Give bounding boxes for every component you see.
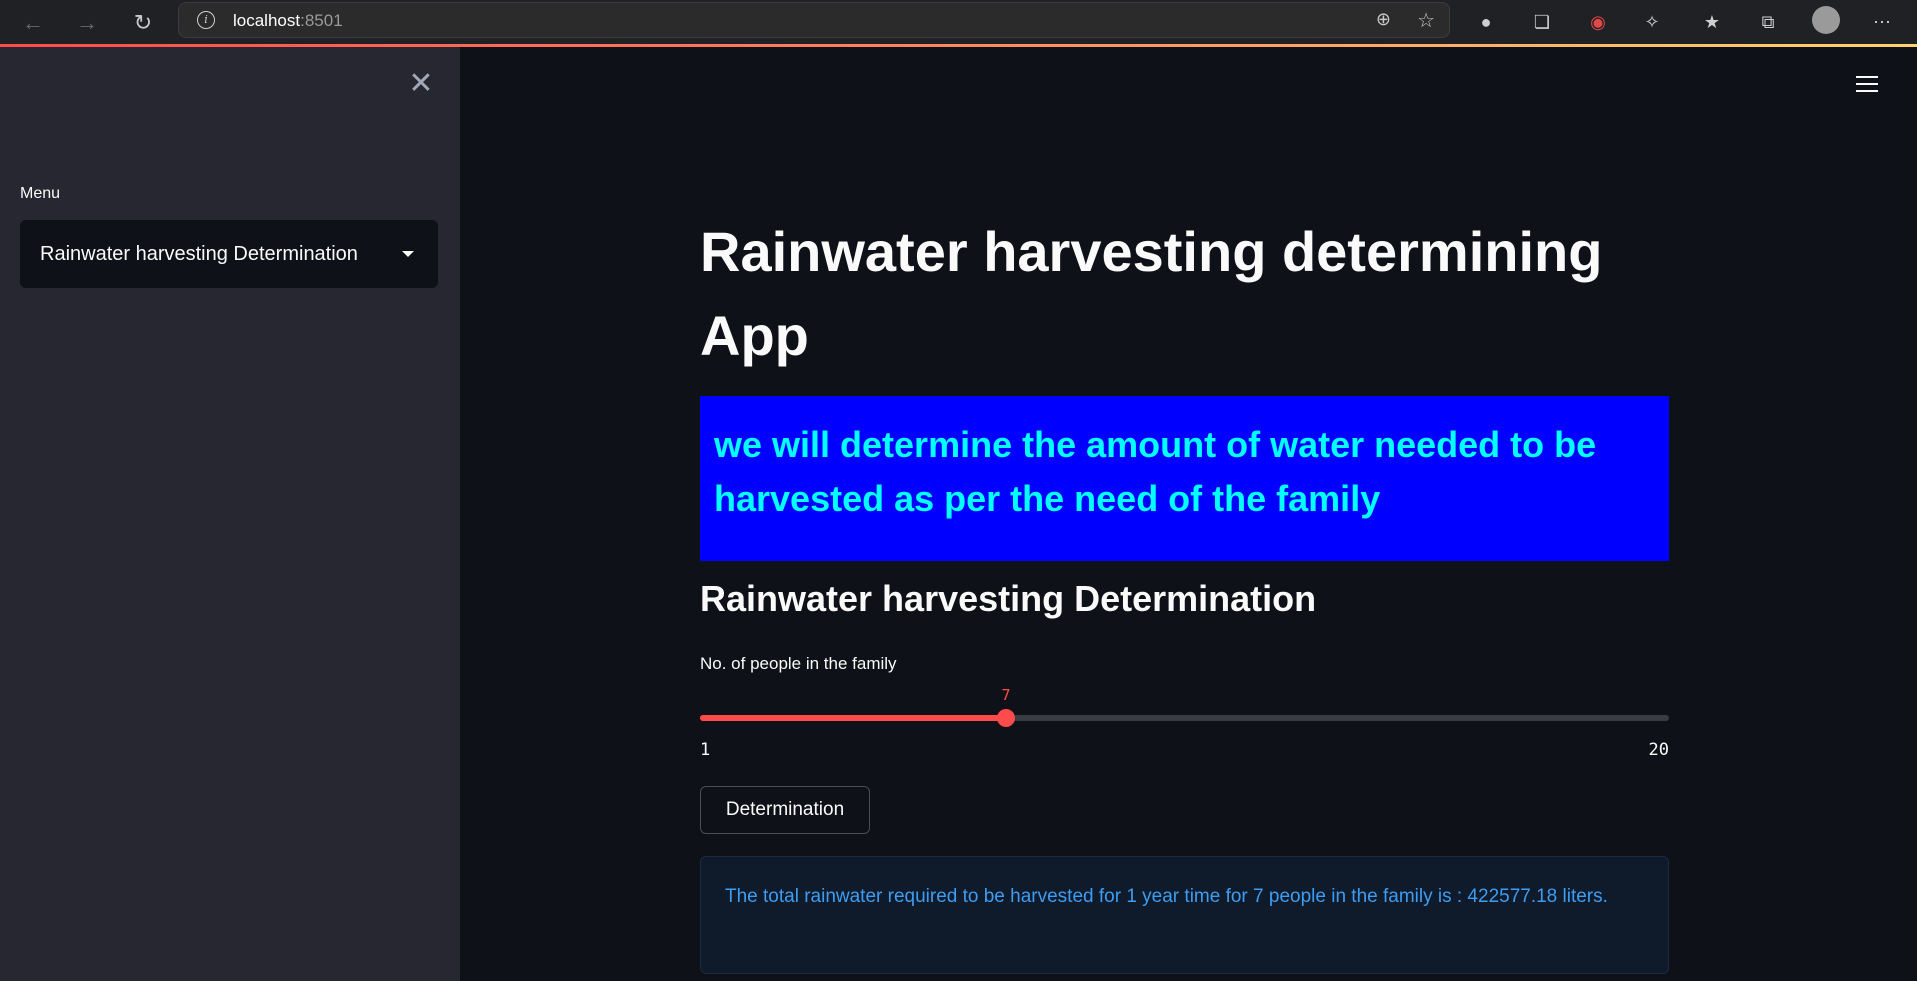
site-info-icon[interactable]: i	[197, 11, 215, 29]
page-title: Rainwater harvesting determining App	[700, 220, 1603, 367]
reload-icon[interactable]: ↻	[128, 8, 158, 38]
address-bar[interactable]: i localhost:8501 ⊕ ☆	[178, 2, 1450, 38]
extension-icon[interactable]: ❏	[1528, 8, 1556, 36]
favorites-icon[interactable]: ★	[1698, 8, 1726, 36]
back-icon[interactable]: ←	[18, 8, 48, 38]
intro-banner: we will determine the amount of water ne…	[700, 396, 1669, 561]
close-sidebar-icon[interactable]: ✕	[406, 69, 436, 99]
slider-thumb[interactable]	[997, 709, 1015, 727]
people-slider[interactable]	[700, 709, 1669, 727]
collections-icon[interactable]: ⧉	[1754, 8, 1782, 36]
determination-button[interactable]: Determination	[700, 786, 870, 834]
slider-max: 20	[1648, 740, 1669, 760]
url-host: localhost	[233, 11, 301, 30]
profile-avatar[interactable]	[1812, 6, 1840, 34]
more-menu-icon[interactable]: ⋯	[1868, 8, 1896, 36]
menu-select-value: Rainwater harvesting Determination	[40, 242, 358, 265]
extensions-puzzle-icon[interactable]: ✧	[1638, 8, 1666, 36]
favorite-star-icon[interactable]: ☆	[1417, 8, 1435, 33]
browser-toolbar: ← → ↻ i localhost:8501 ⊕ ☆ ● ❏ ◉ ✧ ★ ⧉ ⋯	[0, 0, 1917, 45]
chevron-down-icon	[402, 251, 414, 257]
slider-min: 1	[700, 740, 711, 760]
url-text[interactable]: localhost:8501	[233, 11, 343, 31]
menu-label: Menu	[20, 185, 61, 202]
slider-value: 7	[1001, 686, 1011, 704]
extension-badge-icon[interactable]: ◉	[1584, 8, 1612, 36]
url-port: :8501	[300, 11, 343, 30]
menu-select[interactable]: Rainwater harvesting Determination	[20, 220, 438, 288]
sidebar: ✕ Menu Rainwater harvesting Determinatio…	[0, 47, 460, 981]
result-info-box: The total rainwater required to be harve…	[700, 856, 1669, 974]
slider-fill	[700, 715, 1006, 721]
forward-icon[interactable]: →	[72, 8, 102, 38]
zoom-icon[interactable]: ⊕	[1376, 9, 1391, 30]
hamburger-menu-icon[interactable]	[1856, 76, 1878, 94]
section-subheader: Rainwater harvesting Determination	[700, 578, 1317, 619]
extension-icon[interactable]: ●	[1472, 8, 1500, 36]
slider-label: No. of people in the family	[700, 654, 897, 673]
